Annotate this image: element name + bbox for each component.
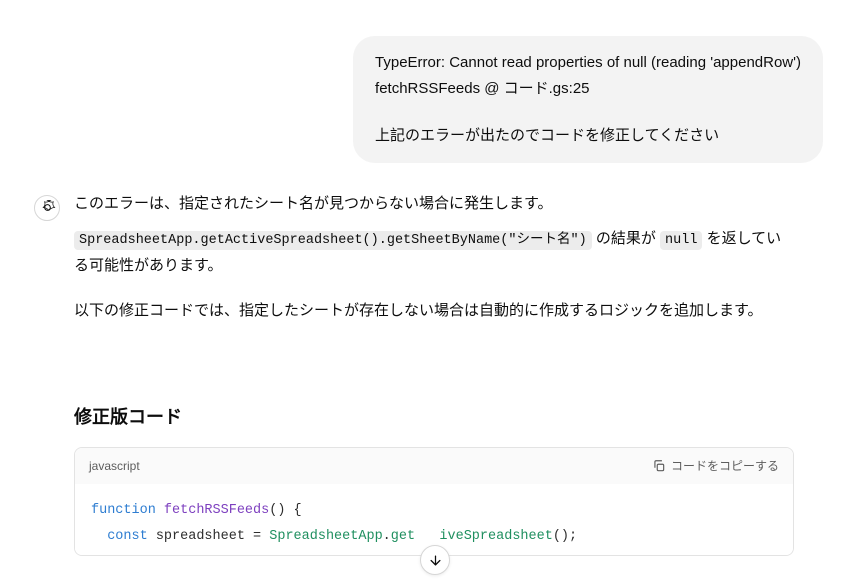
inline-code-1: SpreadsheetApp.getActiveSpreadsheet().ge… <box>74 231 592 250</box>
user-message-bubble: TypeError: Cannot read properties of nul… <box>353 36 823 163</box>
user-request-text: 上記のエラーが出たのでコードを修正してください <box>375 123 801 149</box>
code-section-heading: 修正版コード <box>74 402 794 433</box>
copy-code-label: コードをコピーする <box>671 457 779 474</box>
assistant-para-2: SpreadsheetApp.getActiveSpreadsheet().ge… <box>74 226 794 278</box>
code-block: javascript コードをコピーする function fetchRSSFe… <box>74 447 794 557</box>
inline-code-2: null <box>660 231 702 250</box>
scroll-down-button[interactable] <box>420 545 450 575</box>
user-error-line-2: fetchRSSFeeds @ コード.gs:25 <box>375 76 801 102</box>
code-block-header: javascript コードをコピーする <box>75 448 793 484</box>
assistant-message-row: このエラーは、指定されたシート名が見つからない場合に発生します。 Spreads… <box>20 191 823 569</box>
assistant-avatar-icon <box>34 195 60 221</box>
user-error-line-1: TypeError: Cannot read properties of nul… <box>375 50 801 76</box>
copy-code-button[interactable]: コードをコピーする <box>652 457 779 474</box>
assistant-para-1: このエラーは、指定されたシート名が見つからない場合に発生します。 <box>74 191 794 217</box>
assistant-message-body: このエラーは、指定されたシート名が見つからない場合に発生します。 Spreads… <box>74 191 794 569</box>
code-language-label: javascript <box>89 456 140 476</box>
user-message-row: TypeError: Cannot read properties of nul… <box>20 36 823 163</box>
assistant-para-3: 以下の修正コードでは、指定したシートが存在しない場合は自動的に作成するロジックを… <box>74 298 794 324</box>
copy-icon <box>652 459 666 473</box>
arrow-down-icon <box>428 553 443 568</box>
